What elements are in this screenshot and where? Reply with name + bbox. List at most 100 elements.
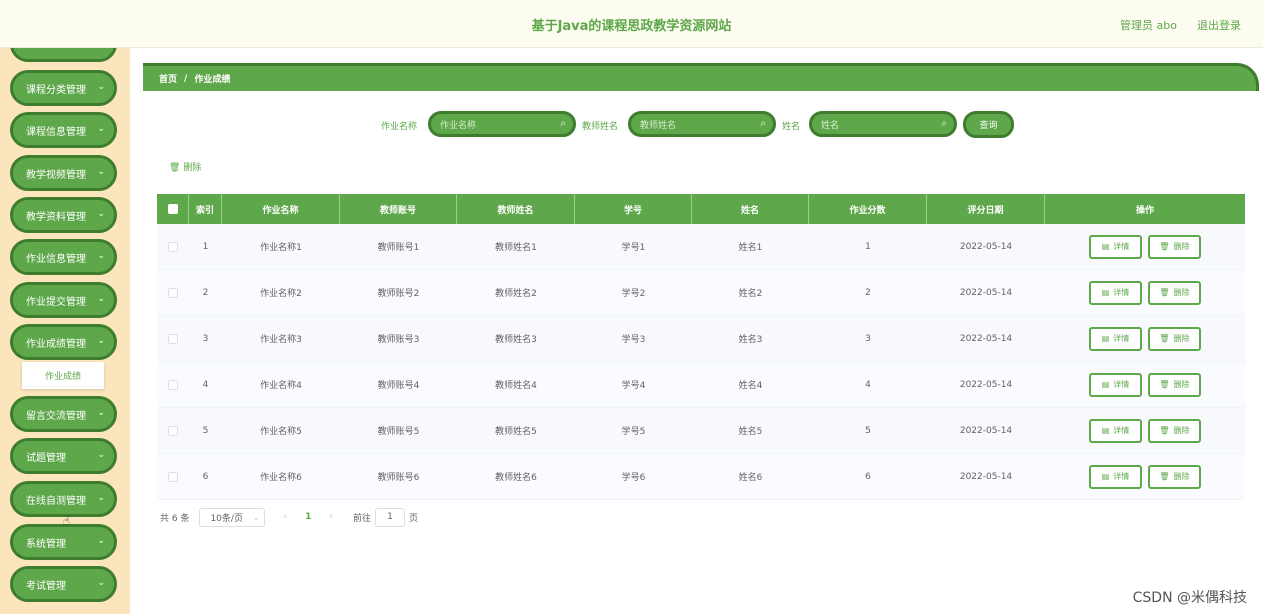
detail-button[interactable]: ▤ 详情: [1089, 326, 1142, 351]
page-size-select[interactable]: 10条/页 ⌄: [199, 507, 266, 527]
teacher-name-placeholder: 教师姓名: [640, 120, 677, 131]
breadcrumb: 首页 / 作业成绩: [143, 63, 1259, 91]
row-checkbox[interactable]: [168, 241, 178, 252]
sidebar-item-label: 作业成绩管理: [26, 338, 86, 350]
chevron-down-icon: ⌄: [97, 336, 105, 346]
chevron-down-icon: ⌄: [97, 578, 105, 588]
cell-actions: ▤ 详情 🗑 删除: [1045, 362, 1245, 407]
row-checkbox-cell: [157, 362, 189, 407]
submenu-homework-score[interactable]: 作业成绩: [22, 362, 104, 389]
search-icon: ⌕: [760, 118, 766, 129]
cell-index: 6: [202, 471, 209, 482]
col-teacher-name: 教师姓名: [457, 194, 575, 224]
batch-delete-button[interactable]: 🗑 删除: [169, 160, 201, 173]
query-button[interactable]: 查询: [963, 111, 1014, 138]
student-name-placeholder: 姓名: [821, 120, 840, 131]
row-checkbox[interactable]: [168, 471, 178, 482]
cell-teacher-account: 教师账号2: [377, 289, 420, 299]
document-icon: ▤: [1101, 334, 1110, 343]
sidebar-item-exam[interactable]: 考试管理 ⌄: [10, 566, 117, 602]
table-row: 2 作业名称2 教师账号2 教师姓名2 学号2 姓名2 2 2022-05-14…: [157, 270, 1245, 316]
cell-grade-date: 2022-05-14: [959, 471, 1013, 482]
sidebar-item-course-info[interactable]: 课程信息管理 ⌄: [10, 112, 117, 148]
logout-link[interactable]: 退出登录: [1197, 17, 1241, 33]
row-checkbox-cell: [157, 224, 189, 269]
detail-button[interactable]: ▤ 详情: [1089, 464, 1142, 489]
cell-index: 2: [202, 287, 209, 298]
table-row: 5 作业名称5 教师账号5 教师姓名5 学号5 姓名5 5 2022-05-14…: [157, 408, 1245, 454]
page-suffix: 页: [408, 513, 418, 524]
detail-button[interactable]: ▤ 详情: [1089, 372, 1142, 397]
row-checkbox[interactable]: [168, 379, 178, 390]
document-icon: ▤: [1101, 288, 1110, 297]
cell-student-name: 姓名1: [738, 243, 763, 253]
cell-homework-name: 作业名称3: [260, 335, 302, 345]
detail-button[interactable]: ▤ 详情: [1089, 234, 1142, 259]
row-checkbox[interactable]: [168, 287, 178, 298]
cell-score: 5: [865, 425, 871, 436]
sidebar-item-homework-info[interactable]: 作业信息管理 ⌄: [10, 239, 117, 275]
sidebar-item-teaching-material[interactable]: 教学资料管理 ⌄: [10, 197, 117, 233]
cell-actions: ▤ 详情 🗑 删除: [1045, 454, 1245, 499]
col-index: 索引: [189, 194, 222, 224]
teacher-name-input[interactable]: 教师姓名 ⌕: [628, 111, 776, 137]
detail-label: 详情: [1113, 288, 1130, 297]
homework-name-label: 作业名称: [381, 122, 418, 132]
sidebar-item-message[interactable]: 留言交流管理 ⌄: [10, 396, 117, 432]
delete-button[interactable]: 🗑 删除: [1148, 464, 1201, 489]
sidebar-item-homework-score[interactable]: 作业成绩管理 ⌄: [10, 324, 117, 360]
breadcrumb-separator: /: [184, 73, 188, 84]
table-row: 1 作业名称1 教师账号1 教师姓名1 学号1 姓名1 1 2022-05-14…: [157, 224, 1245, 270]
trash-icon: 🗑: [169, 163, 181, 173]
watermark: CSDN @米偶科技: [1132, 590, 1247, 606]
delete-button[interactable]: 🗑 删除: [1148, 418, 1201, 443]
row-checkbox[interactable]: [168, 425, 178, 436]
total-count: 共 6 条: [160, 513, 190, 524]
sidebar-item-system[interactable]: 系统管理 ⌄: [10, 524, 117, 560]
delete-label: 删除: [1173, 334, 1190, 343]
breadcrumb-home[interactable]: 首页: [159, 72, 177, 85]
sidebar-item-homework-submit[interactable]: 作业提交管理 ⌄: [10, 282, 117, 318]
row-checkbox-cell: [157, 454, 189, 499]
delete-button[interactable]: 🗑 删除: [1148, 280, 1201, 305]
cell-score: 6: [865, 471, 871, 482]
cell-student-id: 学号1: [621, 243, 646, 253]
col-score: 作业分数: [809, 194, 927, 224]
chevron-down-icon: ⌄: [97, 294, 105, 304]
cell-teacher-account: 教师账号4: [377, 381, 420, 391]
page-size-value: 10条/页: [210, 513, 243, 524]
sidebar-item-teaching-video[interactable]: 教学视频管理 ⌄: [10, 155, 117, 191]
cell-student-name: 姓名3: [738, 335, 763, 345]
chevron-down-icon: ⌄: [97, 493, 105, 503]
cell-index: 1: [202, 241, 209, 252]
page-number-current[interactable]: 1: [305, 512, 311, 522]
detail-button[interactable]: ▤ 详情: [1089, 280, 1142, 305]
sidebar-item-self-test[interactable]: 在线自测管理 ⌄: [10, 481, 117, 517]
goto-label: 前往: [352, 513, 371, 524]
homework-name-placeholder: 作业名称: [440, 120, 477, 131]
detail-button[interactable]: ▤ 详情: [1089, 418, 1142, 443]
sidebar-item-course-category[interactable]: 课程分类管理 ⌄: [10, 70, 117, 106]
sidebar-item-questions[interactable]: 试题管理 ⌄: [10, 438, 117, 474]
student-name-input[interactable]: 姓名 ⌕: [809, 111, 957, 137]
homework-name-input[interactable]: 作业名称 ⌕: [428, 111, 576, 137]
header-bar: 基于Java的课程思政教学资源网站 管理员 abo 退出登录: [0, 0, 1263, 48]
goto-page-input[interactable]: 1: [374, 507, 405, 527]
cell-actions: ▤ 详情 🗑 删除: [1045, 224, 1245, 269]
delete-button[interactable]: 🗑 删除: [1148, 234, 1201, 259]
chevron-down-icon: ⌄: [252, 512, 260, 522]
table-row: 4 作业名称4 教师账号4 教师姓名4 学号4 姓名4 4 2022-05-14…: [157, 362, 1245, 408]
detail-label: 详情: [1113, 472, 1130, 481]
cell-teacher-name: 教师姓名1: [495, 243, 537, 253]
select-all-checkbox-cell: [157, 194, 189, 224]
prev-page-button[interactable]: ‹: [283, 512, 287, 522]
select-all-checkbox[interactable]: [167, 204, 178, 214]
delete-button[interactable]: 🗑 删除: [1148, 326, 1201, 351]
sidebar-item-label: 在线自测管理: [26, 495, 86, 507]
delete-button[interactable]: 🗑 删除: [1148, 372, 1201, 397]
cell-grade-date: 2022-05-14: [959, 287, 1013, 298]
sidebar-item-hidden[interactable]: [10, 48, 117, 62]
row-checkbox[interactable]: [168, 333, 178, 344]
next-page-button[interactable]: ›: [329, 512, 333, 522]
document-icon: ▤: [1101, 426, 1110, 435]
